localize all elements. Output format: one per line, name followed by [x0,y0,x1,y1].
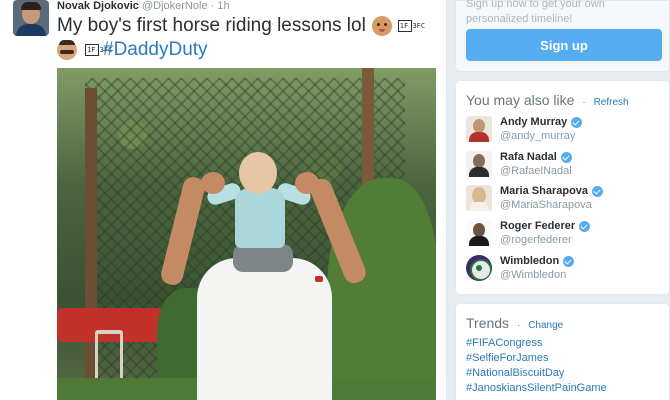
avatar[interactable] [466,220,492,246]
user-name[interactable]: Rafa Nadal [500,151,557,163]
signup-card: Sign up now to get your own personalized… [455,0,670,72]
user-handle: @RafaelNadal [500,165,572,177]
trend-item[interactable]: #JanoskiansSilentPainGame [466,382,607,394]
suggested-user[interactable]: Wimbledon @Wimbledon [466,255,666,283]
signup-button[interactable]: Sign up [466,29,662,61]
suggested-user[interactable]: Rafa Nadal @RafaelNadal [466,151,666,179]
verified-badge-icon [592,185,604,197]
user-name[interactable]: Andy Murray [500,116,567,128]
trends-title: Trends [466,315,510,331]
refresh-link[interactable]: Refresh [594,97,629,108]
trend-item[interactable]: #FIFACongress [466,337,542,349]
avatar[interactable] [466,255,492,281]
verified-badge-icon [571,116,583,128]
trends-header: Trends · Change [466,315,563,331]
suggested-user[interactable]: Andy Murray @andy_murray [466,116,666,144]
tweet-header: Novak Djokovic @DjokerNole · 1h [57,0,230,12]
verified-badge-icon [563,255,575,267]
user-name[interactable]: Roger Federer [500,220,575,232]
trends-card: Trends · Change #FIFACongress #SelfieFor… [455,303,670,400]
trend-item[interactable]: #SelfieForJames [466,352,549,364]
author-handle[interactable]: @DjokerNole [142,0,208,12]
avatar[interactable] [466,151,492,177]
avatar[interactable] [466,116,492,142]
baby-emoji-icon [371,16,392,36]
missing-glyph-box: 1F 3FC [85,44,113,56]
user-handle: @MariaSharapova [500,199,592,211]
author-avatar[interactable] [13,0,49,36]
header-separator: · [210,0,215,12]
user-handle: @andy_murray [500,130,576,142]
avatar[interactable] [466,185,492,211]
you-may-also-like-title: You may also like · Refresh [466,92,629,108]
you-may-also-like-card: You may also like · Refresh Andy Murray … [455,80,670,295]
tweet-text: My boy's first horse riding lessons lol … [57,14,437,62]
tweet-photo[interactable] [57,68,436,400]
change-link[interactable]: Change [528,320,563,331]
trend-item[interactable]: #NationalBiscuitDay [466,367,564,379]
signup-promo-text: Sign up now to get your own personalized… [466,0,605,25]
user-handle: @rogerfederer [500,234,572,246]
refresh-separator: · [582,97,586,108]
change-separator: · [516,320,521,331]
author-name[interactable]: Novak Djokovic [57,0,139,12]
missing-glyph-box: 1F 3FC [397,20,426,32]
tweet-text-line: My boy's first horse riding lessons lol [57,15,366,36]
man-emoji-icon [57,40,77,60]
verified-badge-icon [579,220,591,232]
tweet-column: Novak Djokovic @DjokerNole · 1h My boy's… [0,0,447,400]
user-name[interactable]: Maria Sharapova [500,185,588,197]
suggested-user[interactable]: Maria Sharapova @MariaSharapova [466,185,666,213]
section-title: You may also like [466,92,575,108]
user-name[interactable]: Wimbledon [500,255,559,267]
user-handle: @Wimbledon [500,269,567,281]
tweet-timestamp[interactable]: 1h [217,0,229,12]
hashtag-link[interactable]: #DaddyDuty [103,38,208,62]
suggested-user[interactable]: Roger Federer @rogerfederer [466,220,666,248]
verified-badge-icon [560,151,572,163]
